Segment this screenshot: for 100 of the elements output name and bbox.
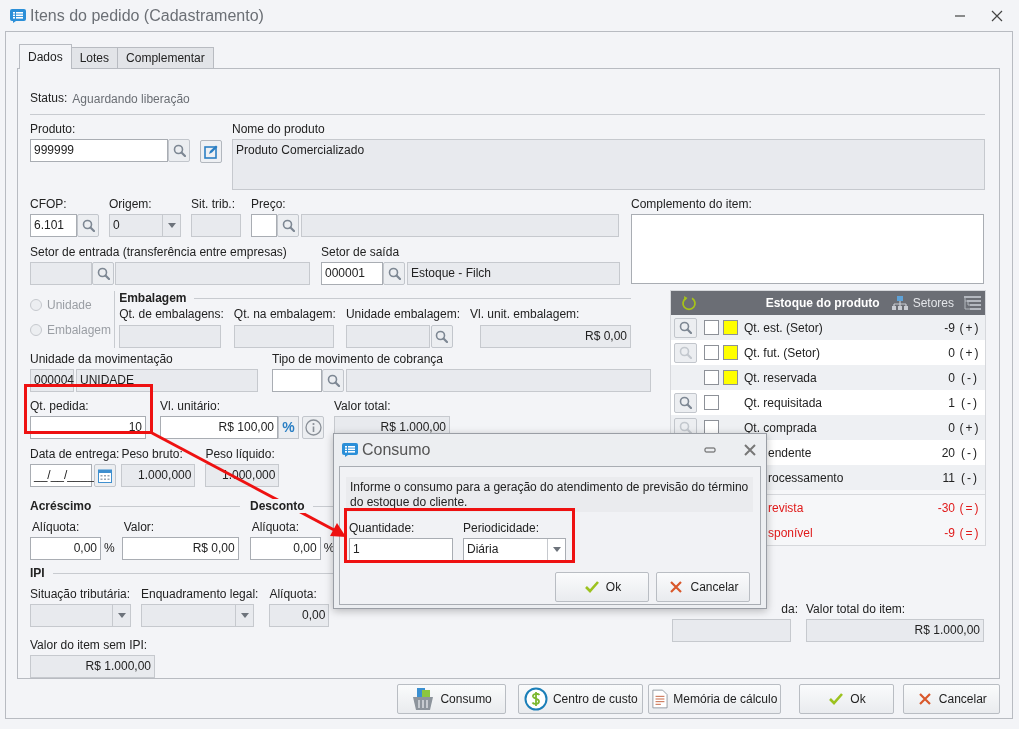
tab[interactable]: Lotes <box>70 47 119 68</box>
rate-field[interactable]: 0,00 <box>249 537 321 560</box>
check-icon <box>582 579 601 595</box>
checkbox[interactable] <box>704 345 719 360</box>
field-label: Valor do item sem IPI: <box>30 637 149 653</box>
unit-name-field: UNIDADE <box>76 369 258 392</box>
stock-label: Qt. est. (Setor) <box>744 320 824 335</box>
checkbox[interactable] <box>704 320 719 335</box>
footer-button[interactable]: Ok <box>799 684 894 714</box>
date-field[interactable]: __/__/____ <box>30 464 92 487</box>
field-label: Sit. trib.: <box>191 196 236 212</box>
field-label: Alíquota: <box>269 586 318 602</box>
field-label: Unidade embalagem: <box>345 306 460 322</box>
close-button[interactable] <box>744 444 756 456</box>
unit-price-field[interactable]: R$ 100,00 <box>160 416 278 439</box>
sectors-button[interactable]: Setores <box>891 296 954 310</box>
field-label: Enquadramento legal: <box>141 586 259 602</box>
refresh-icon[interactable] <box>681 295 697 311</box>
search-button[interactable] <box>674 392 697 413</box>
stock-label: revista <box>768 500 805 515</box>
search-icon <box>387 267 401 280</box>
list-icon <box>342 443 358 457</box>
field-label: Valor total: <box>334 398 392 414</box>
search-button[interactable] <box>430 325 453 348</box>
movement-code-field[interactable] <box>272 369 322 392</box>
origin-dropdown[interactable]: 0 <box>109 214 181 237</box>
footer-button[interactable]: Consumo <box>397 684 507 714</box>
footer-button[interactable]: Centro de custo <box>518 684 644 714</box>
percent-button[interactable]: % <box>278 416 299 439</box>
footer-button[interactable]: Cancelar <box>902 684 1000 714</box>
stock-value: 0 <box>948 345 955 360</box>
calendar-button[interactable] <box>94 464 116 487</box>
stock-sign: (+) <box>958 420 982 435</box>
sector-code-field[interactable]: 000001 <box>321 262 383 285</box>
info-button[interactable] <box>302 416 324 439</box>
field-label: Nome do produto <box>232 121 326 137</box>
panel-title: Estoque do produto <box>765 296 880 310</box>
cfop-field[interactable]: 6.101 <box>30 214 77 237</box>
coin-icon <box>523 687 548 711</box>
minimize-button[interactable] <box>704 446 716 454</box>
dialog-button[interactable]: Cancelar <box>656 572 750 602</box>
quantity-field[interactable]: 10 <box>30 416 146 439</box>
tree-list-icon[interactable] <box>964 295 981 311</box>
status-label: Status: <box>30 90 68 106</box>
field-label: Setor de saída <box>321 244 401 260</box>
window-title: Itens do pedido (Cadastramento) <box>30 6 264 25</box>
caret-icon <box>117 613 126 618</box>
search-button[interactable] <box>92 262 114 285</box>
dialog-message: Informe o consumo para a geração do atendimento de previsão do término do estoque do cliente. <box>346 477 753 512</box>
field-label: Qt. pedida: <box>30 398 90 414</box>
stock-value: 0 <box>948 370 955 385</box>
stock-value: 11 <box>942 470 955 485</box>
info-icon <box>304 419 322 436</box>
stock-value: -30 <box>937 500 955 515</box>
hierarchy-icon <box>891 296 908 310</box>
field-label: da: <box>780 601 798 617</box>
search-icon <box>679 421 692 434</box>
stock-sign: (=) <box>958 500 982 515</box>
frequency-dropdown[interactable]: Diária <box>463 538 566 561</box>
field-label: Setor de entrada (transferência entre empresas) <box>30 244 288 260</box>
caret-icon <box>552 547 561 552</box>
tab[interactable]: Dados <box>19 44 72 69</box>
stock-sign: (-) <box>960 445 980 460</box>
complement-textarea[interactable] <box>631 214 984 284</box>
section-title: Acréscimo <box>30 499 92 513</box>
field-label: Complemento do item: <box>631 196 753 212</box>
checkbox[interactable] <box>704 395 719 410</box>
stock-label: endente <box>768 445 813 460</box>
close-button[interactable] <box>991 9 1003 22</box>
search-button[interactable] <box>674 317 697 338</box>
search-button[interactable] <box>277 214 299 237</box>
product-code-field[interactable]: 999999 <box>30 139 168 162</box>
edit-icon <box>204 144 218 159</box>
gross-weight-field: 1.000,000 <box>121 464 196 487</box>
amount-field[interactable]: R$ 0,00 <box>121 537 239 560</box>
quantity-field[interactable]: 1 <box>349 538 453 561</box>
caret-icon <box>240 613 249 618</box>
rate-field[interactable]: 0,00 <box>30 537 101 560</box>
stock-label: Qt. fut. (Setor) <box>744 345 822 360</box>
footer-button[interactable]: Memória de cálculo <box>648 684 782 714</box>
price-code-field[interactable] <box>251 214 277 237</box>
field-label: Qt. na embalagem: <box>233 306 336 322</box>
dialog-title: Consumo <box>362 441 431 459</box>
search-button[interactable] <box>322 369 344 392</box>
stock-label: Qt. requisitada <box>744 395 824 410</box>
field-label: Preço: <box>251 196 287 212</box>
search-icon <box>96 267 110 280</box>
edit-button[interactable] <box>200 140 222 163</box>
field-label: Origem: <box>109 196 153 212</box>
checkbox[interactable] <box>704 370 719 385</box>
tab[interactable]: Complementar <box>117 47 214 68</box>
search-button[interactable] <box>77 214 99 237</box>
item-total-field: R$ 1.000,00 <box>806 619 984 642</box>
caret-icon <box>167 223 176 228</box>
search-button[interactable] <box>168 139 190 162</box>
dialog-button[interactable]: Ok <box>555 572 649 602</box>
sector-name-field: Estoque - Filch <box>407 262 620 285</box>
search-button[interactable] <box>383 262 405 285</box>
field-label: Alíquota: <box>32 519 81 535</box>
field-label: Valor total do item: <box>806 601 907 617</box>
